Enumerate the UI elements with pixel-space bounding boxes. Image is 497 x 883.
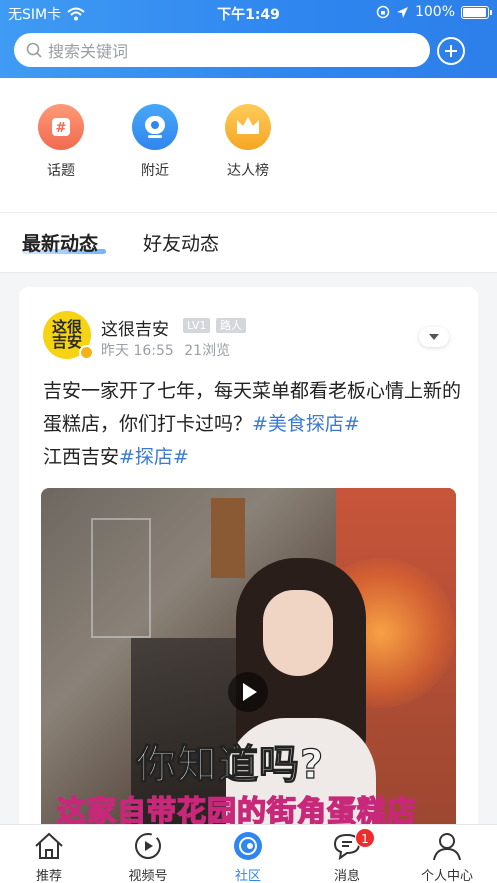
status-bar: 无SIM卡 下午1:49 100% <box>0 0 497 26</box>
tabbar-label: 视频号 <box>128 869 168 883</box>
tabbar-label: 社区 <box>234 869 261 883</box>
unread-badge: 1 <box>355 828 375 848</box>
hashtag-link[interactable]: #美食探店# <box>252 413 360 435</box>
orientation-lock-icon <box>376 5 390 19</box>
tabbar-messages[interactable]: 1 消息 <box>307 825 387 883</box>
community-page: 无SIM卡 下午1:49 100% 搜索关键词 # 话题 附近 达人榜 最新动态… <box>0 0 497 883</box>
post-meta: 昨天 16:55 21浏览 <box>101 340 230 360</box>
post-time: 昨天 16:55 <box>101 343 174 359</box>
shortcut-ranking[interactable]: 达人榜 <box>208 104 288 180</box>
shortcut-label: 话题 <box>47 163 75 179</box>
home-icon <box>35 832 63 859</box>
feed-tabs: 最新动态 好友动态 <box>0 213 497 273</box>
tabbar-profile[interactable]: 个人中心 <box>407 825 487 883</box>
crown-icon <box>225 104 271 150</box>
search-icon <box>26 42 42 58</box>
tabbar-label: 推荐 <box>35 869 62 883</box>
user-icon <box>433 833 461 861</box>
video-icon <box>135 833 161 859</box>
avatar-logo-text: 这很吉安 <box>51 318 82 351</box>
location-icon <box>132 104 178 150</box>
search-input[interactable]: 搜索关键词 <box>14 33 430 67</box>
shortcut-topic[interactable]: # 话题 <box>21 104 101 180</box>
add-post-button[interactable] <box>437 37 465 65</box>
bottom-tab-bar: 推荐 视频号 社区 1 消息 个人中心 <box>0 824 497 883</box>
tabbar-video[interactable]: 视频号 <box>108 825 188 883</box>
chevron-down-icon[interactable] <box>419 327 449 347</box>
video-subtitle: 你知道吗? <box>135 741 325 788</box>
shortcut-bar: # 话题 附近 达人榜 <box>0 78 497 212</box>
level-badge: LV1 <box>183 318 211 333</box>
tabbar-community[interactable]: 社区 <box>208 825 288 883</box>
play-icon[interactable] <box>228 672 268 712</box>
hashtag-icon: # <box>38 104 84 150</box>
tabbar-home[interactable]: 推荐 <box>9 825 89 883</box>
hashtag-link[interactable]: #探店# <box>119 446 189 468</box>
role-badge: 路人 <box>216 318 246 333</box>
verified-badge-icon <box>79 345 94 360</box>
author-name[interactable]: 这很吉安 <box>101 315 169 340</box>
tab-friends[interactable]: 好友动态 <box>143 229 219 256</box>
post-views: 21浏览 <box>184 343 231 359</box>
header: 无SIM卡 下午1:49 100% 搜索关键词 <box>0 0 497 78</box>
shortcut-nearby[interactable]: 附近 <box>115 104 195 180</box>
video-thumbnail[interactable]: 你知道吗? 这家自带花园的街角蛋糕店 <box>41 488 456 847</box>
location-arrow-icon <box>396 6 408 18</box>
battery-percent: 100% <box>414 4 455 20</box>
divider <box>0 272 497 273</box>
tabbar-label: 个人中心 <box>420 869 473 883</box>
battery-icon <box>461 5 492 19</box>
community-icon <box>234 832 262 860</box>
shortcut-label: 附近 <box>141 163 169 179</box>
post-text[interactable]: 吉安一家开了七年，每天菜单都看老板心情上新的蛋糕店，你们打卡过吗？#美食探店# … <box>43 375 463 474</box>
search-placeholder: 搜索关键词 <box>48 42 129 61</box>
shortcut-label: 达人榜 <box>227 163 269 179</box>
tabbar-label: 消息 <box>333 869 360 883</box>
post-card[interactable]: 这很吉安 这很吉安 LV1 路人 昨天 16:55 21浏览 吉安一家开了七年，… <box>19 287 478 847</box>
svg-text:#: # <box>56 121 67 136</box>
tab-latest[interactable]: 最新动态 <box>22 229 98 256</box>
